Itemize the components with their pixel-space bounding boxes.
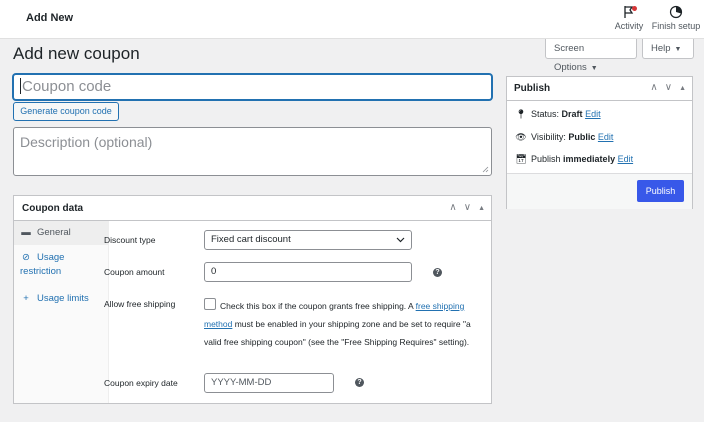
tab-general-label: General [37, 227, 71, 238]
activity-label: Activity [614, 21, 644, 31]
eye-icon: 👁︎ [515, 132, 527, 142]
status-label: Status: [531, 109, 560, 119]
coupon-amount-input[interactable]: 0 [204, 262, 412, 282]
description-textarea[interactable]: Description (optional) [13, 127, 492, 176]
free-shipping-description: Check this box if the coupon grants free… [204, 297, 474, 351]
coupon-data-controls: ∧ ∨ ▲ [442, 202, 485, 213]
publish-box-title: Publish [514, 83, 551, 94]
resize-handle-icon[interactable] [482, 166, 489, 173]
coupon-data-header: Coupon data ∧ ∨ ▲ [14, 196, 491, 221]
coupon-code-input[interactable]: Coupon code [13, 74, 492, 100]
tab-usage-restriction[interactable]: ⊘ Usage restriction [14, 245, 108, 283]
coupon-expiry-placeholder: YYYY-MM-DD [211, 377, 272, 388]
help-tip-icon[interactable]: ? [355, 378, 364, 387]
visibility-value: Public [568, 132, 596, 142]
tab-general[interactable]: ▬ General [14, 221, 108, 245]
coupon-amount-label: Coupon amount [104, 267, 165, 277]
move-up-icon[interactable]: ∧ [449, 202, 456, 213]
ticket-icon: ▬ [21, 227, 31, 238]
activity-button[interactable]: Activity [612, 5, 646, 31]
coupon-data-tabs: ▬ General ⊘ Usage restriction + Usage limit… [14, 221, 109, 403]
coupon-amount-value: 0 [211, 266, 217, 277]
free-shipping-label: Allow free shipping [104, 299, 176, 309]
screen-options-label: Screen Options [554, 43, 587, 73]
caret-down-icon: ▼ [590, 65, 598, 72]
publish-date-value: immediately [563, 154, 616, 164]
publish-box-controls: ∧ ∨ ▲ [643, 82, 686, 93]
discount-type-value: Fixed cart discount [211, 234, 291, 245]
text-caret [20, 78, 21, 94]
coupon-data-title: Coupon data [22, 203, 84, 214]
visibility-row: 👁︎ Visibility: Public Edit [515, 132, 613, 143]
page-title: Add new coupon [13, 44, 140, 63]
pin-icon: 📍︎ [515, 109, 527, 119]
finish-setup-label: Finish setup [651, 21, 701, 31]
coupon-expiry-input[interactable]: YYYY-MM-DD [204, 373, 334, 393]
edit-publish-date-link[interactable]: Edit [618, 154, 634, 164]
plus-icon: + [23, 293, 29, 304]
free-shipping-text-1: Check this box if the coupon grants free… [220, 301, 416, 311]
finish-setup-button[interactable]: Finish setup [648, 5, 704, 31]
publish-button[interactable]: Publish [637, 180, 684, 202]
top-bar: Add New Activity Finish setup [0, 0, 704, 39]
edit-status-link[interactable]: Edit [585, 109, 601, 119]
tab-usage-limits[interactable]: + Usage limits [14, 287, 108, 311]
publish-date-label: Publish [531, 154, 561, 164]
help-label: Help [651, 43, 671, 54]
screen-options-button[interactable]: Screen Options ▼ [545, 39, 637, 73]
publish-box: Publish ∧ ∨ ▲ 📍︎ Status: Draft Edit 👁︎ Visib… [506, 76, 693, 209]
status-value: Draft [561, 109, 583, 119]
generate-coupon-code-button[interactable]: Generate coupon code [13, 102, 119, 121]
description-placeholder: Description (optional) [20, 134, 153, 150]
publish-box-footer: Publish [507, 173, 692, 209]
status-row: 📍︎ Status: Draft Edit [515, 109, 601, 120]
discount-type-label: Discount type [104, 235, 156, 245]
move-down-icon[interactable]: ∨ [464, 202, 471, 213]
help-tip-icon[interactable]: ? [433, 268, 442, 277]
toggle-panel-icon[interactable]: ▲ [679, 85, 686, 92]
progress-circle-icon [669, 5, 683, 19]
visibility-label: Visibility: [531, 132, 566, 142]
publish-date-row: 📅︎ Publish immediately Edit [515, 154, 633, 165]
free-shipping-text-2: must be enabled in your shipping zone an… [204, 319, 471, 347]
edit-visibility-link[interactable]: Edit [598, 132, 614, 142]
discount-type-select[interactable]: Fixed cart discount [204, 230, 412, 250]
page-heading: Add New [26, 12, 74, 24]
toggle-panel-icon[interactable]: ▲ [478, 205, 485, 212]
tab-usage-limits-label: Usage limits [37, 293, 89, 304]
activity-notification-dot [632, 6, 637, 11]
help-button[interactable]: Help ▼ [642, 39, 694, 59]
coupon-expiry-label: Coupon expiry date [104, 378, 178, 388]
block-icon: ⊘ [22, 252, 30, 263]
publish-box-header: Publish ∧ ∨ ▲ [507, 77, 692, 101]
move-down-icon[interactable]: ∨ [665, 82, 672, 93]
caret-down-icon: ▼ [674, 46, 682, 53]
chevron-down-icon [396, 237, 405, 243]
calendar-icon: 📅︎ [515, 154, 527, 164]
coupon-code-placeholder: Coupon code [22, 78, 112, 95]
move-up-icon[interactable]: ∧ [650, 82, 657, 93]
